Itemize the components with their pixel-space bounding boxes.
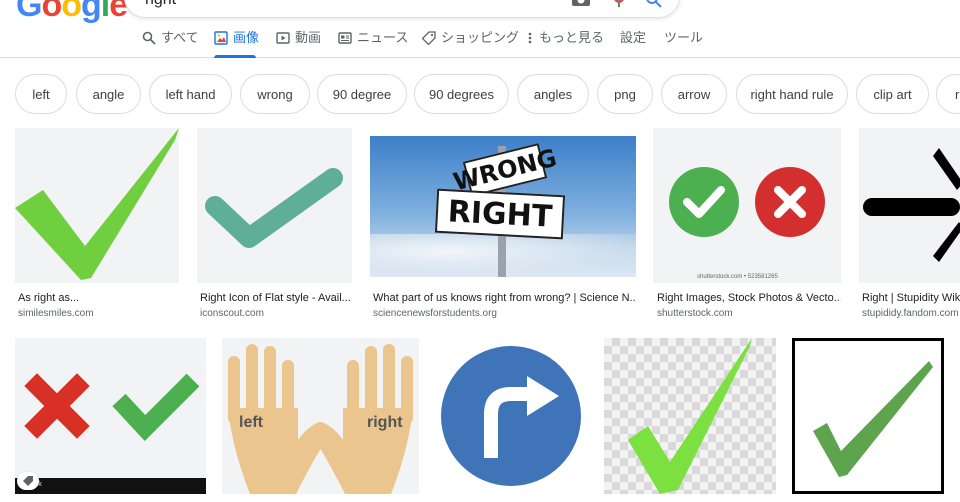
result-image[interactable]	[859, 128, 960, 283]
result-caption[interactable]: As right as...	[18, 292, 178, 304]
chip[interactable]: ri	[936, 74, 960, 114]
search-icon	[142, 31, 156, 45]
video-icon	[276, 31, 290, 45]
tab-all[interactable]: すべて	[142, 28, 199, 58]
more-vert-icon	[528, 31, 534, 45]
right-sign: RIGHT	[434, 188, 566, 240]
tab-videos[interactable]: 動画	[276, 28, 321, 58]
chip[interactable]: wrong	[240, 74, 310, 114]
chip[interactable]: left	[15, 74, 67, 114]
tab-videos-label: 動画	[295, 30, 322, 45]
green-checkmark-icon	[15, 128, 179, 280]
tag-icon[interactable]	[17, 472, 39, 490]
chip[interactable]: 90 degree	[317, 74, 407, 114]
green-checkmark-icon	[628, 338, 752, 494]
left-hand-label: left	[239, 414, 263, 431]
chip[interactable]: arrow	[661, 74, 727, 114]
result-source[interactable]: similesmiles.com	[18, 308, 178, 319]
chip[interactable]: left hand	[149, 74, 232, 114]
chip[interactable]: 90 degrees	[414, 74, 509, 114]
red-cross-green-check-icon	[15, 373, 206, 494]
result-image[interactable]: tock	[15, 338, 206, 494]
tab-tools-label: ツール	[664, 30, 704, 45]
chip[interactable]: right hand rule	[736, 74, 848, 114]
green-checkmark-icon	[813, 361, 933, 477]
tab-more[interactable]: もっと見る	[528, 28, 604, 58]
tab-images-label: 画像	[233, 30, 260, 45]
image-icon	[214, 31, 228, 45]
result-image[interactable]: left right	[222, 338, 419, 494]
chip[interactable]: clip art	[856, 74, 929, 114]
tab-shopping-label: ショッピング	[441, 30, 520, 45]
tab-all-label: すべて	[161, 30, 199, 45]
search-query[interactable]: right	[145, 0, 176, 9]
result-image[interactable]	[604, 338, 776, 494]
result-source[interactable]: iconscout.com	[200, 308, 352, 319]
tab-settings-label: 設定	[620, 30, 647, 45]
news-icon	[338, 31, 352, 45]
result-caption[interactable]: Right Images, Stock Photos & Vecto...	[657, 292, 841, 304]
result-source[interactable]: stupididy.fandom.com	[862, 308, 960, 319]
flat-checkmark-icon	[205, 168, 343, 248]
turn-right-sign-icon	[437, 342, 585, 490]
result-image[interactable]: WRONG RIGHT	[370, 136, 636, 277]
tab-tools[interactable]: ツール	[664, 28, 703, 58]
result-caption[interactable]: What part of us knows right from wrong? …	[373, 292, 635, 304]
search-icon[interactable]	[645, 0, 665, 8]
camera-icon[interactable]	[571, 0, 591, 7]
microphone-icon[interactable]	[611, 0, 631, 7]
tab-more-label: もっと見る	[539, 30, 605, 45]
result-image[interactable]	[15, 128, 179, 283]
result-image[interactable]	[435, 338, 587, 494]
right-hand-label: right	[367, 414, 403, 431]
result-source[interactable]: shutterstock.com	[657, 308, 841, 319]
tab-settings[interactable]: 設定	[620, 28, 646, 58]
chip[interactable]: png	[597, 74, 653, 114]
tab-news[interactable]: ニュース	[338, 28, 408, 58]
chip[interactable]: angles	[517, 74, 589, 114]
tab-shopping[interactable]: ショッピング	[421, 28, 520, 58]
google-logo[interactable]: Google	[16, 0, 128, 25]
result-image[interactable]	[792, 338, 944, 494]
related-chips: left angle left hand wrong 90 degree 90 …	[15, 74, 960, 114]
result-image[interactable]: shutterstock.com • 523581265	[653, 128, 841, 283]
tag-icon	[421, 31, 436, 46]
search-box[interactable]: right	[124, 0, 680, 18]
check-and-cross-icons	[669, 167, 825, 237]
result-caption[interactable]: Right | Stupidity Wiki	[862, 292, 960, 304]
chip[interactable]: angle	[76, 74, 141, 114]
result-image[interactable]	[197, 128, 352, 283]
tab-images[interactable]: 画像	[214, 28, 260, 58]
tab-news-label: ニュース	[357, 30, 409, 45]
result-source[interactable]: sciencenewsforstudents.org	[373, 308, 635, 319]
watermark: shutterstock.com • 523581265	[697, 274, 778, 280]
search-header: Google right すべて 画像 動画 ニュース	[0, 0, 960, 58]
black-arrow-icon	[863, 148, 960, 262]
result-caption[interactable]: Right Icon of Flat style - Avail...	[200, 292, 352, 304]
